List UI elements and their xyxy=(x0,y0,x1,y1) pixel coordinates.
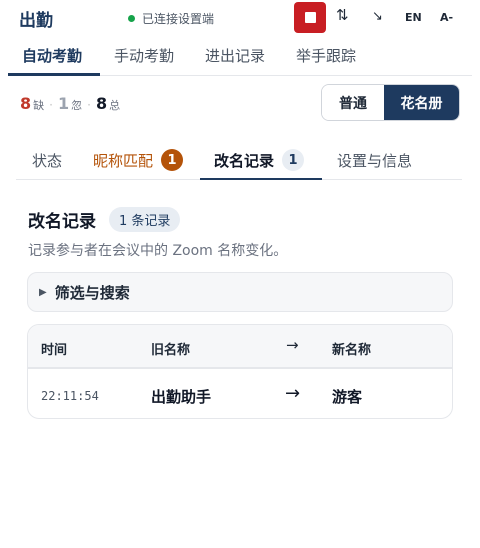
connection-dot-icon xyxy=(128,15,135,22)
column-new-name: 新名称 xyxy=(332,343,372,358)
subtab-rename-label: 改名记录 xyxy=(214,151,275,170)
subtab-settings-info[interactable]: 设置与信息 xyxy=(337,140,412,180)
stat-separator: · xyxy=(49,98,53,112)
rename-log-table: 时间 旧名称 → 新名称 22:11:54 出勤助手 → 游客 xyxy=(27,324,453,419)
column-time: 时间 xyxy=(41,343,68,358)
row-arrow-icon: → xyxy=(285,383,301,404)
connection-status: 已连接设置端 xyxy=(128,10,214,27)
absent-count: 8 xyxy=(20,94,32,113)
table-row: 22:11:54 出勤助手 → 游客 xyxy=(28,371,452,418)
tab-auto-attendance[interactable]: 自动考勤 xyxy=(22,38,82,76)
stop-button[interactable] xyxy=(294,2,326,33)
total-count: 8 xyxy=(95,94,108,113)
subtab-settings-label: 设置与信息 xyxy=(337,151,413,170)
stop-icon xyxy=(304,12,316,23)
subtab-status[interactable]: 状态 xyxy=(32,140,62,180)
tab-entry-exit-log[interactable]: 进出记录 xyxy=(205,38,265,76)
column-old-name: 旧名称 xyxy=(151,343,191,358)
row-old-name: 出勤助手 xyxy=(151,388,212,406)
mode-toggle: 普通 花名册 xyxy=(321,84,460,121)
section-description: 记录参与者在会议中的 Zoom 名称变化。 xyxy=(28,243,288,259)
connection-status-text: 已连接设置端 xyxy=(142,12,215,26)
ignored-label: 忽 xyxy=(71,99,83,112)
record-count-pill: 1 条记录 xyxy=(109,207,181,232)
subtab-status-label: 状态 xyxy=(32,151,63,170)
filter-search-toggle[interactable]: ▶ 筛选与搜索 xyxy=(27,272,453,312)
font-size-button[interactable]: A- xyxy=(440,11,453,24)
subtab-rename-log[interactable]: 改名记录 1 xyxy=(214,140,305,180)
row-new-name: 游客 xyxy=(332,388,363,406)
column-arrow: → xyxy=(286,336,299,354)
section-title: 改名记录 xyxy=(28,212,96,232)
main-tabs: 自动考勤 手动考勤 进出记录 举手跟踪 xyxy=(8,38,472,76)
subtab-nickname-match[interactable]: 昵称匹配 1 xyxy=(93,140,184,180)
tab-manual-attendance[interactable]: 手动考勤 xyxy=(114,38,174,76)
subtab-nickname-label: 昵称匹配 xyxy=(93,151,154,170)
total-label: 总 xyxy=(109,99,121,112)
top-bar: 出勤 已连接设置端 ⇅ ↘ EN A- xyxy=(0,0,480,36)
ignored-count: 1 xyxy=(57,94,70,113)
active-subtab-underline xyxy=(200,178,322,180)
active-tab-underline xyxy=(8,73,100,76)
table-header: 时间 旧名称 → 新名称 xyxy=(28,325,452,369)
filter-label: 筛选与搜索 xyxy=(54,283,130,302)
mode-roster-button[interactable]: 花名册 xyxy=(384,85,459,120)
language-button[interactable]: EN xyxy=(405,11,422,24)
nickname-count-badge: 1 xyxy=(161,149,184,171)
minimize-icon[interactable]: ↘ xyxy=(372,9,383,24)
rename-count-badge: 1 xyxy=(282,149,305,171)
absent-label: 缺 xyxy=(33,99,45,112)
app-title: 出勤 xyxy=(19,11,53,31)
stat-separator: · xyxy=(87,98,91,112)
triangle-right-icon: ▶ xyxy=(39,286,47,298)
row-time: 22:11:54 xyxy=(41,389,99,403)
swap-icon[interactable]: ⇅ xyxy=(336,6,349,24)
tab-hand-raise[interactable]: 举手跟踪 xyxy=(296,38,356,76)
mode-normal-button[interactable]: 普通 xyxy=(322,85,384,120)
attendance-stats: 8 缺 · 1 忽 · 8 总 xyxy=(20,94,120,113)
sub-tabs: 状态 昵称匹配 1 改名记录 1 设置与信息 xyxy=(16,140,462,180)
